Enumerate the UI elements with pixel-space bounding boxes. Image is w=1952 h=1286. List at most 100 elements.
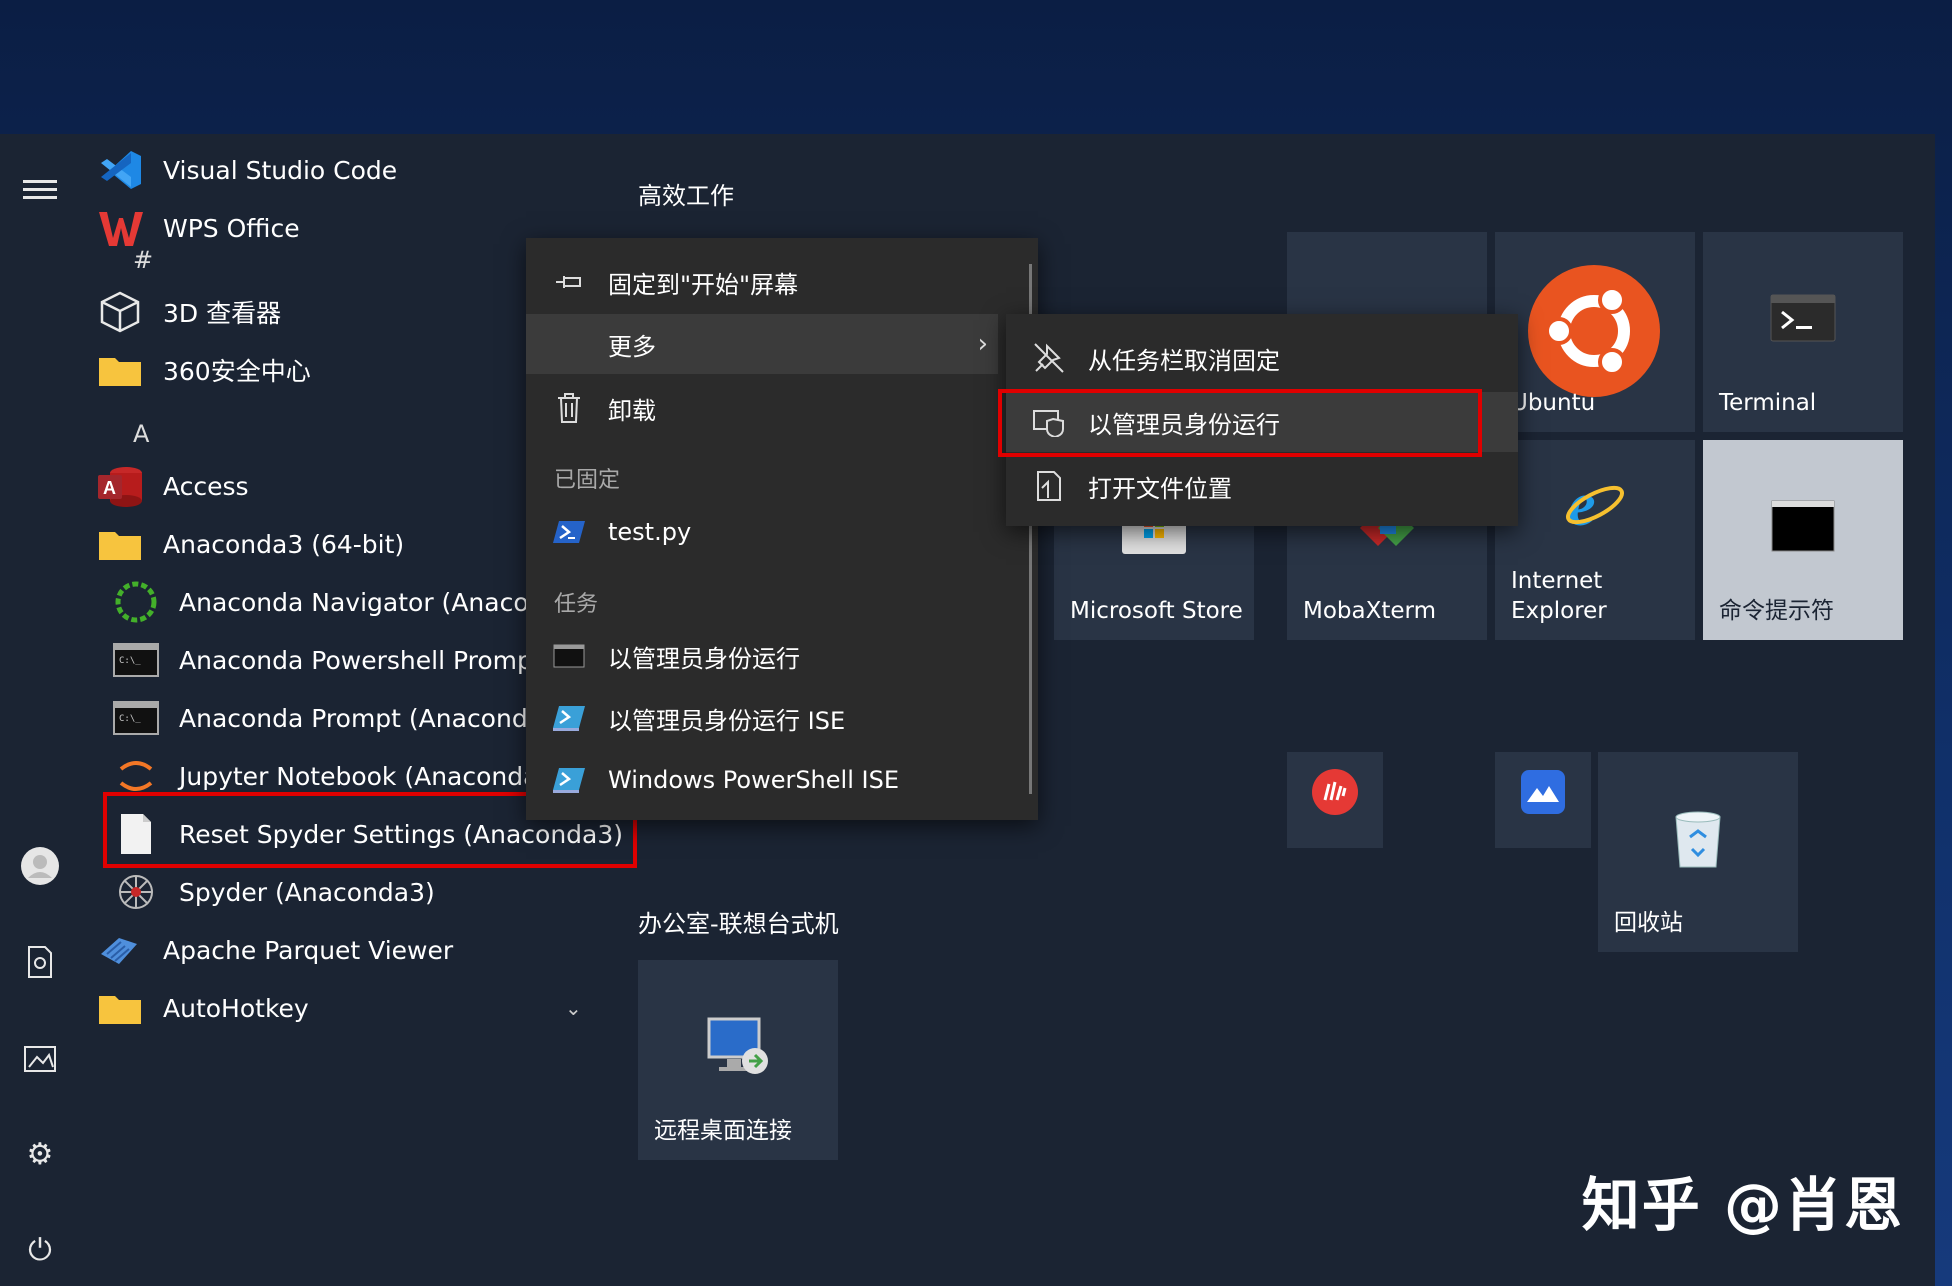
list-item-anaconda-navigator[interactable]: Anaconda Navigator (Anaco <box>95 572 529 632</box>
powershell-ise-icon <box>552 704 586 732</box>
section-header-tasks: 任务 <box>554 592 599 617</box>
app-label: 3D 查看器 <box>163 299 282 328</box>
menu-item-label: 卸载 <box>608 396 656 425</box>
menu-item-label: 更多 <box>608 332 656 361</box>
submenu-item-label: 打开文件位置 <box>1088 474 1232 503</box>
unpin-icon <box>1032 342 1066 374</box>
powershell-icon <box>552 519 586 545</box>
list-item-3d-viewer[interactable]: 3D 查看器 <box>95 282 281 342</box>
tile-small-red-app[interactable] <box>1287 752 1383 848</box>
file-location-icon <box>1032 470 1066 502</box>
menu-item-pin-start[interactable]: 固定到"开始"屏幕 <box>526 252 1038 312</box>
app-label: Visual Studio Code <box>163 155 398 185</box>
tile-label: Ubuntu <box>1511 390 1596 416</box>
app-label: Anaconda3 (64-bit) <box>163 529 405 559</box>
tile-label: Microsoft Store <box>1070 598 1243 624</box>
menu-item-task-ise[interactable]: Windows PowerShell ISE <box>526 750 1038 810</box>
parquet-icon <box>95 925 145 975</box>
chevron-down-icon[interactable]: ⌄ <box>565 996 582 1020</box>
tile-label: MobaXterm <box>1303 598 1436 624</box>
app-label: Jupyter Notebook (Anaconda3) <box>179 761 565 791</box>
list-item-anaconda-folder[interactable]: Anaconda3 (64-bit) <box>95 514 404 574</box>
menu-item-label: test.py <box>608 518 692 546</box>
power-icon[interactable]: ⏻ <box>20 1230 60 1270</box>
red-app-icon <box>1311 768 1359 820</box>
pictures-icon[interactable] <box>20 1038 60 1078</box>
submenu-item-unpin-taskbar[interactable]: 从任务栏取消固定 <box>1006 328 1518 388</box>
tile-small-blue-app[interactable] <box>1495 752 1591 848</box>
tile-label: Terminal <box>1719 390 1817 416</box>
app-label: WPS Office <box>163 213 300 243</box>
list-item-autohotkey[interactable]: AutoHotkey <box>95 978 309 1038</box>
settings-gear-icon[interactable]: ⚙ <box>20 1134 60 1174</box>
tile-label: 回收站 <box>1614 910 1683 936</box>
remote-desktop-icon <box>705 1015 771 1081</box>
menu-item-task-run-admin-ise[interactable]: 以管理员身份运行 ISE <box>526 688 1038 748</box>
app-label: Anaconda Navigator (Anaco <box>179 587 529 617</box>
menu-item-test-py[interactable]: test.py <box>526 502 1038 562</box>
list-item-vscode[interactable]: Visual Studio Code <box>95 140 397 200</box>
documents-icon[interactable] <box>20 942 60 982</box>
menu-item-label: 固定到"开始"屏幕 <box>608 270 799 299</box>
powershell-ise-icon <box>552 766 586 794</box>
tile-remote-desktop[interactable]: 远程桌面连接 <box>638 960 838 1160</box>
list-item-360[interactable]: 360安全中心 <box>95 340 311 400</box>
menu-item-uninstall[interactable]: 卸载 <box>526 378 1038 438</box>
blue-app-icon <box>1519 768 1567 820</box>
folder-icon <box>95 519 145 569</box>
terminal-icon: C:\_ <box>111 635 161 685</box>
app-label: Apache Parquet Viewer <box>163 935 454 965</box>
tile-terminal[interactable]: Terminal <box>1703 232 1903 432</box>
pin-icon <box>552 272 586 292</box>
terminal-icon: C:\_ <box>111 693 161 743</box>
trash-icon <box>552 392 586 424</box>
group-title-1: 高效工作 <box>638 182 734 210</box>
submenu-item-label: 从任务栏取消固定 <box>1088 346 1280 375</box>
menu-item-label: 以管理员身份运行 ISE <box>608 706 846 735</box>
tile-command-prompt[interactable]: 命令提示符 <box>1703 440 1903 640</box>
list-item-spyder[interactable]: Spyder (Anaconda3) <box>95 862 435 922</box>
list-item-wps[interactable]: WPS Office <box>95 198 300 258</box>
app-label: Spyder (Anaconda3) <box>179 877 435 907</box>
ubuntu-icon <box>1527 264 1661 402</box>
menu-item-more[interactable]: 更多 › <box>526 314 998 374</box>
svg-text:C:\_: C:\_ <box>119 714 141 724</box>
tile-recycle-bin[interactable]: 回收站 <box>1598 752 1798 952</box>
letter-header-a[interactable]: A <box>133 420 149 448</box>
watermark: 知乎 @肖恩 <box>1581 1171 1904 1239</box>
tile-label: Internet Explorer <box>1511 568 1607 624</box>
terminal-icon <box>1770 294 1836 346</box>
app-label: Anaconda Prompt (Anaconda3) <box>179 703 569 733</box>
recycle-bin-icon <box>1670 807 1726 873</box>
list-item-parquet[interactable]: Apache Parquet Viewer <box>95 920 453 980</box>
cube-icon <box>95 287 145 337</box>
cmd-icon <box>1771 500 1835 556</box>
folder-icon <box>95 983 145 1033</box>
group-title-2: 办公室-联想台式机 <box>638 910 839 938</box>
tile-label: 远程桌面连接 <box>654 1118 792 1144</box>
svg-text:A: A <box>103 478 116 498</box>
left-rail: ⚙ ⏻ <box>0 134 80 1286</box>
terminal-icon <box>552 644 586 668</box>
app-label: 360安全中心 <box>163 357 311 386</box>
list-item-anaconda-powershell[interactable]: C:\_ Anaconda Powershell Prompt (A... <box>95 630 601 690</box>
tile-label: 命令提示符 <box>1719 598 1834 624</box>
chevron-right-icon: › <box>977 329 988 359</box>
menu-item-task-run-admin[interactable]: 以管理员身份运行 <box>526 626 1038 686</box>
vscode-icon <box>95 145 145 195</box>
access-icon: A <box>95 461 145 511</box>
folder-icon <box>95 345 145 395</box>
submenu-item-open-location[interactable]: 打开文件位置 <box>1006 456 1518 516</box>
context-menu: 固定到"开始"屏幕 更多 › 卸载 已固定 test.py 任务 以管理员身份运… <box>526 238 1038 820</box>
anaconda-icon <box>111 577 161 627</box>
list-item-anaconda-prompt[interactable]: C:\_ Anaconda Prompt (Anaconda3) <box>95 688 569 748</box>
user-avatar-icon[interactable] <box>20 846 60 886</box>
svg-text:C:\_: C:\_ <box>119 656 141 666</box>
tile-internet-explorer[interactable]: e Internet Explorer <box>1495 440 1695 640</box>
tile-ubuntu[interactable]: Ubuntu <box>1495 232 1695 432</box>
app-label: AutoHotkey <box>163 993 309 1023</box>
list-item-access[interactable]: A Access <box>95 456 249 516</box>
hamburger-menu-icon[interactable] <box>20 170 60 210</box>
ie-icon: e <box>1562 471 1628 539</box>
letter-header-hash[interactable]: # <box>133 246 153 274</box>
